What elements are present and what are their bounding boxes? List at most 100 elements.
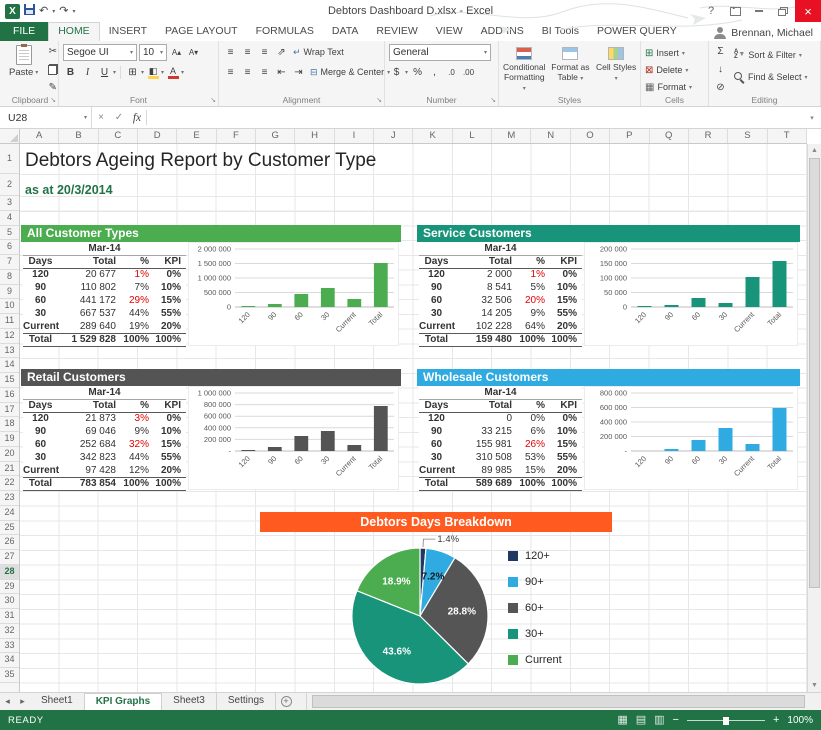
cell-styles-button[interactable]: Cell Styles ▾ [595, 44, 637, 92]
cell-days[interactable]: 90 [419, 425, 459, 438]
all-customer-types-chart[interactable]: 2 000 0001 500 0001 000 000500 000012090… [188, 242, 399, 346]
orientation-icon[interactable]: ⇗ [274, 45, 289, 60]
legend-item-30[interactable]: 30+ [508, 626, 562, 642]
cell-kpi[interactable]: 20% [550, 464, 582, 477]
row-header-6[interactable]: 6 [0, 240, 19, 255]
excel-app-icon[interactable]: X [5, 4, 20, 19]
column-header-q[interactable]: Q [650, 129, 689, 143]
column-header-o[interactable]: O [571, 129, 610, 143]
sheet-tab-settings[interactable]: Settings [217, 693, 276, 710]
column-label-pct[interactable]: % [517, 255, 550, 268]
name-box[interactable]: U28 ▾ [0, 107, 92, 128]
decrease-indent-icon[interactable]: ⇤ [274, 65, 289, 80]
tab-data[interactable]: DATA [323, 22, 367, 41]
cell-pct[interactable]: 44% [121, 307, 154, 320]
cell-days[interactable]: Current [23, 464, 63, 477]
cell-total[interactable]: 2 000 [459, 268, 517, 281]
close-icon[interactable]: × [795, 0, 821, 22]
month-label[interactable]: Mar-14 [419, 386, 582, 399]
clipboard-dialog-launcher-icon[interactable]: ↘ [50, 97, 56, 104]
cell-days[interactable]: Total [23, 333, 63, 346]
column-label-kpi[interactable]: KPI [154, 399, 186, 412]
column-label-pct[interactable]: % [121, 399, 154, 412]
column-header-g[interactable]: G [256, 129, 295, 143]
cell-kpi[interactable]: 20% [550, 320, 582, 333]
row-header-12[interactable]: 12 [0, 329, 19, 344]
sort-filter-button[interactable]: AZ▼Sort & Filter▾ [732, 47, 810, 63]
row-header-21[interactable]: 21 [0, 462, 19, 477]
tab-review[interactable]: REVIEW [367, 22, 426, 41]
column-label-total[interactable]: Total [459, 255, 517, 268]
cell-total[interactable]: 441 172 [63, 294, 121, 307]
zoom-slider[interactable] [687, 715, 765, 726]
column-header-c[interactable]: C [99, 129, 138, 143]
cell-kpi[interactable]: 15% [550, 438, 582, 451]
formula-input[interactable] [147, 107, 803, 128]
zoom-handle[interactable] [723, 717, 729, 725]
cell-pct[interactable]: 53% [517, 451, 550, 464]
minimize-icon[interactable] [747, 0, 771, 22]
row-header-4[interactable]: 4 [0, 211, 19, 226]
row-header-22[interactable]: 22 [0, 476, 19, 491]
help-icon[interactable]: ? [699, 0, 723, 22]
tab-power-query[interactable]: POWER QUERY [588, 22, 686, 41]
cell-total[interactable]: 289 640 [63, 320, 121, 333]
name-box-caret-icon[interactable]: ▾ [84, 114, 87, 121]
column-label-total[interactable]: Total [63, 255, 121, 268]
number-dialog-launcher-icon[interactable]: ↘ [490, 97, 496, 104]
cell-pct[interactable]: 3% [121, 412, 154, 425]
cell-days[interactable]: 60 [23, 294, 63, 307]
cell-days[interactable]: 120 [23, 268, 63, 281]
month-label[interactable]: Mar-14 [23, 242, 186, 255]
column-header-m[interactable]: M [492, 129, 531, 143]
new-sheet-icon[interactable]: + [276, 693, 296, 710]
cell-total[interactable]: 102 228 [459, 320, 517, 333]
cell-total[interactable]: 89 985 [459, 464, 517, 477]
cell-days[interactable]: Current [23, 320, 63, 333]
comma-style-icon[interactable]: , [427, 65, 442, 80]
cell-kpi[interactable]: 10% [154, 425, 186, 438]
tab-bi-tools[interactable]: BI Tools [533, 22, 588, 41]
column-header-l[interactable]: L [453, 129, 492, 143]
cell-total[interactable]: 589 689 [459, 477, 517, 490]
cell-total[interactable]: 32 506 [459, 294, 517, 307]
save-icon[interactable] [24, 4, 35, 18]
zoom-percent[interactable]: 100% [787, 715, 813, 726]
select-all-corner[interactable] [0, 129, 20, 144]
column-header-a[interactable]: A [20, 129, 59, 143]
zoom-in-icon[interactable]: + [773, 714, 779, 726]
borders-icon[interactable]: ⊞ [125, 65, 140, 80]
zoom-out-icon[interactable]: − [673, 714, 679, 726]
redo-icon[interactable]: ↷ [59, 4, 68, 18]
cell-pct[interactable]: 1% [121, 268, 154, 281]
cell-pct[interactable]: 44% [121, 451, 154, 464]
cell-pct[interactable]: 100% [517, 477, 550, 490]
page-break-view-icon[interactable]: ▥ [654, 714, 664, 726]
cell-kpi[interactable]: 0% [154, 412, 186, 425]
formula-bar-expand-icon[interactable]: ▾ [803, 107, 821, 128]
row-header-19[interactable]: 19 [0, 432, 19, 447]
align-right-icon[interactable]: ≡ [257, 65, 272, 80]
row-header-3[interactable]: 3 [0, 196, 19, 211]
tab-view[interactable]: VIEW [427, 22, 472, 41]
cell-total[interactable]: 159 480 [459, 333, 517, 346]
cell-pct[interactable]: 6% [517, 425, 550, 438]
column-label-days[interactable]: Days [23, 255, 63, 268]
fill-color-icon[interactable]: ◧ [146, 66, 160, 79]
wrap-text-button[interactable]: ↵Wrap Text [291, 44, 346, 60]
tab-add-ins[interactable]: ADD-INS [472, 22, 533, 41]
cell-pct[interactable]: 32% [121, 438, 154, 451]
format-button[interactable]: ▦Format▾ [645, 80, 705, 94]
cell-kpi[interactable]: 15% [550, 294, 582, 307]
cell-days[interactable]: 60 [419, 438, 459, 451]
increase-indent-icon[interactable]: ⇥ [291, 65, 306, 80]
cell-pct[interactable]: 19% [121, 320, 154, 333]
font-family-select[interactable]: Segoe UI▾ [63, 44, 137, 61]
cell-days[interactable]: 60 [23, 438, 63, 451]
legend-item-60[interactable]: 60+ [508, 600, 562, 616]
cell-kpi[interactable]: 20% [154, 320, 186, 333]
column-header-i[interactable]: I [335, 129, 374, 143]
fill-icon[interactable]: ↓ [713, 62, 728, 77]
column-header-j[interactable]: J [374, 129, 413, 143]
tab-page-layout[interactable]: PAGE LAYOUT [156, 22, 247, 41]
